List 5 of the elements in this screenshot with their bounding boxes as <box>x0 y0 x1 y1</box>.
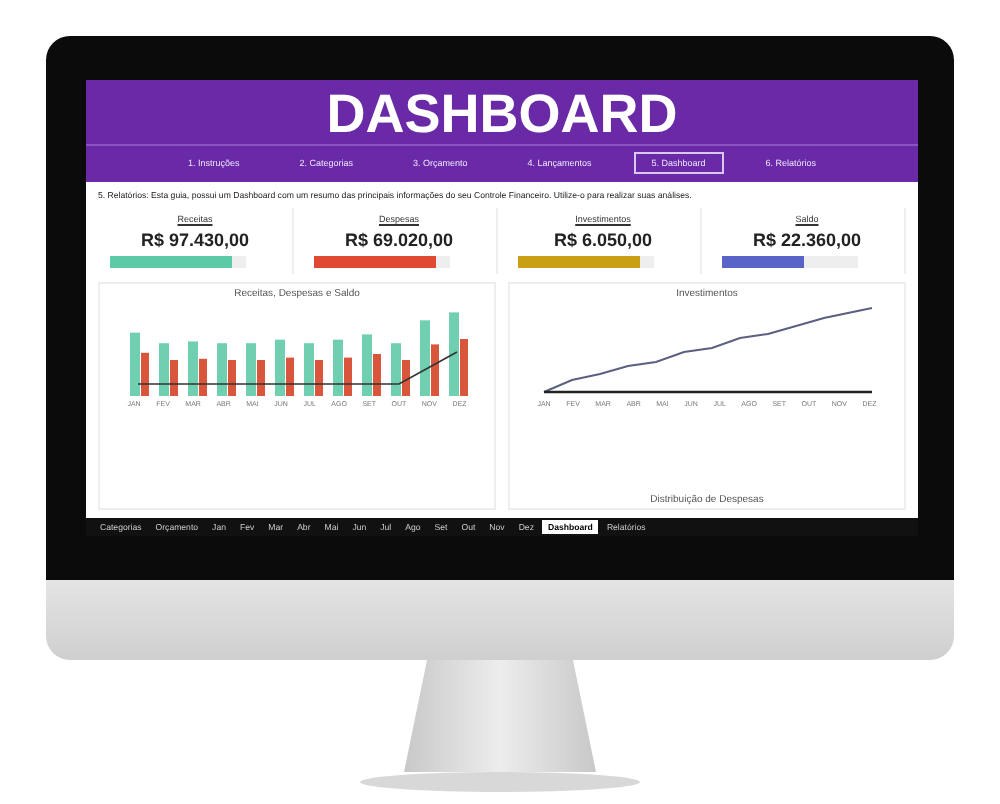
card-value: R$ 69.020,00 <box>344 230 454 250</box>
card-value: R$ 22.360,00 <box>752 230 862 250</box>
dashboard-title: DASHBOARD <box>326 84 678 144</box>
card-value: R$ 6.050,00 <box>553 230 653 250</box>
card-value: R$ 97.430,00 <box>140 230 250 250</box>
